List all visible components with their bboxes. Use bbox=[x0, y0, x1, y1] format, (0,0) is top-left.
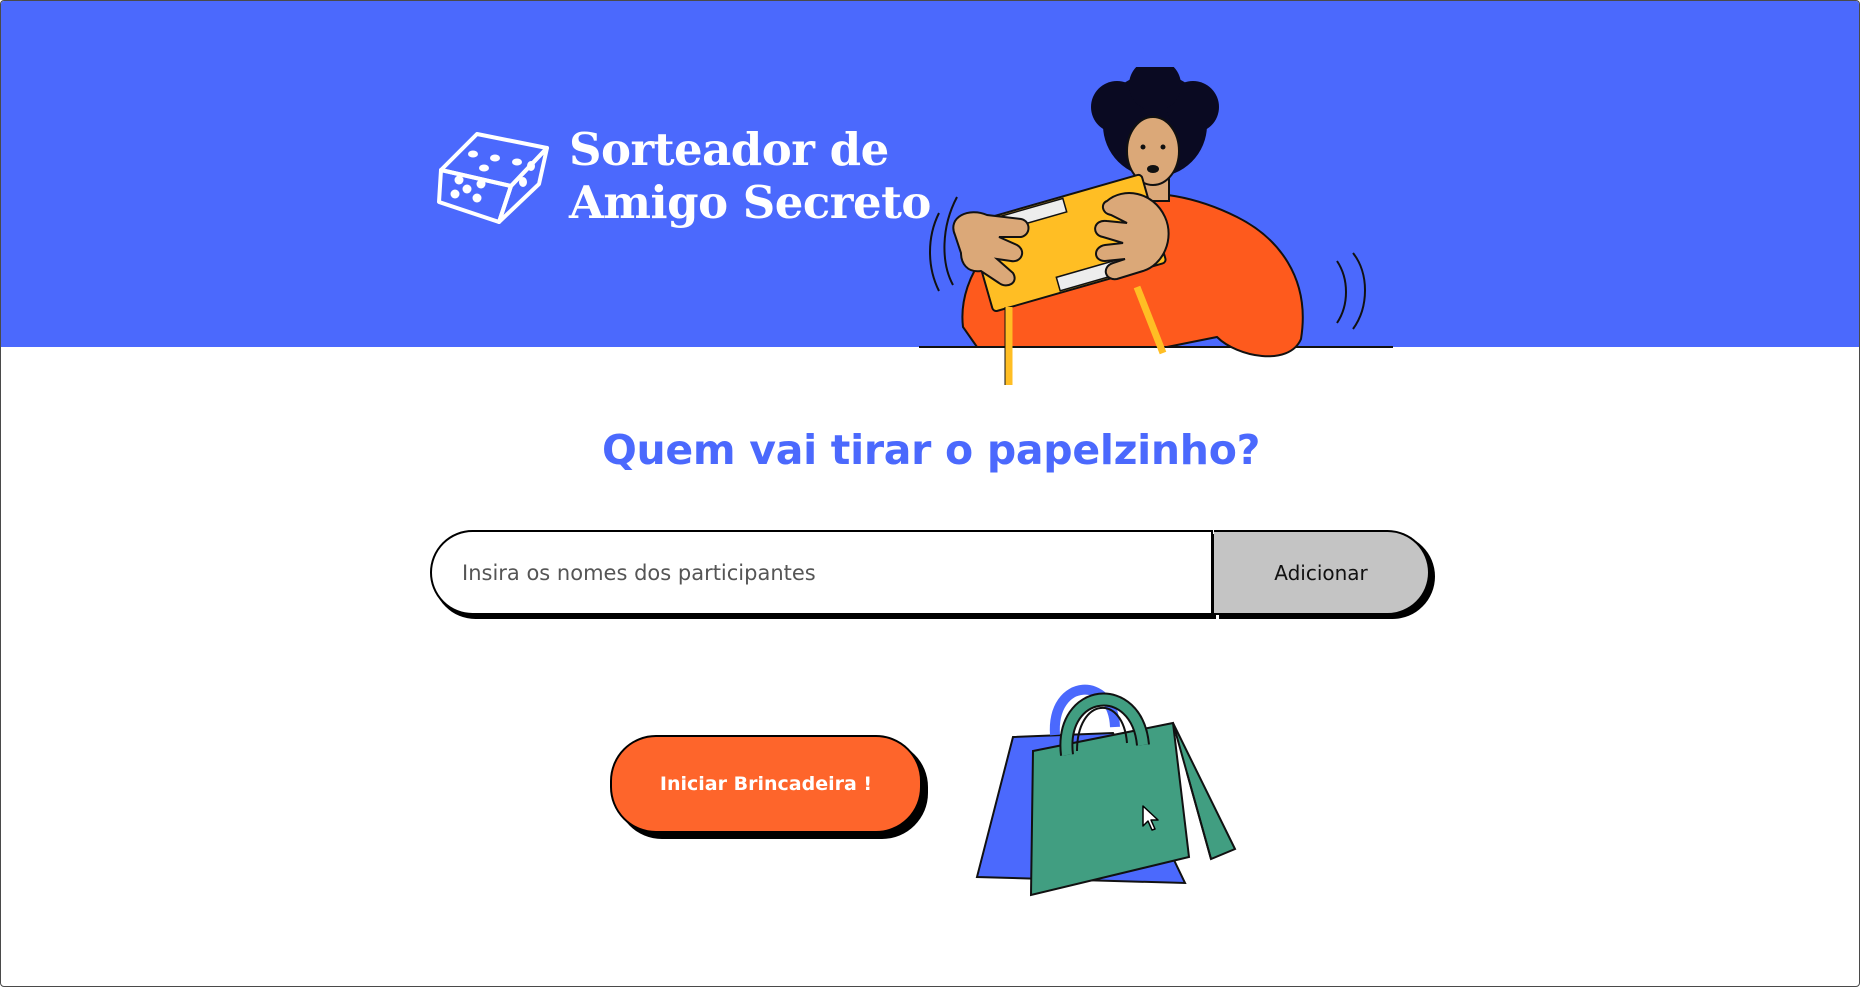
add-participant-button[interactable]: Adicionar bbox=[1214, 530, 1430, 615]
logo-line-2: Amigo Secreto bbox=[569, 176, 931, 229]
logo-title: Sorteador de Amigo Secreto bbox=[569, 123, 931, 229]
page-header: Sorteador de Amigo Secreto bbox=[1, 1, 1859, 385]
page-title: Quem vai tirar o papelzinho? bbox=[601, 426, 1261, 474]
participant-name-input[interactable] bbox=[430, 530, 1213, 615]
dice-icon bbox=[437, 128, 551, 224]
logo: Sorteador de Amigo Secreto bbox=[437, 123, 931, 229]
app-window: Sorteador de Amigo Secreto Quem vai tira… bbox=[0, 0, 1860, 987]
logo-line-1: Sorteador de bbox=[569, 123, 889, 176]
shopping-bags-illustration bbox=[973, 677, 1243, 912]
start-game-button[interactable]: Iniciar Brincadeira ! bbox=[610, 735, 922, 833]
mouse-cursor-icon bbox=[1141, 804, 1161, 837]
hero-illustration bbox=[917, 59, 1397, 392]
participant-input-group: Adicionar bbox=[430, 530, 1434, 619]
